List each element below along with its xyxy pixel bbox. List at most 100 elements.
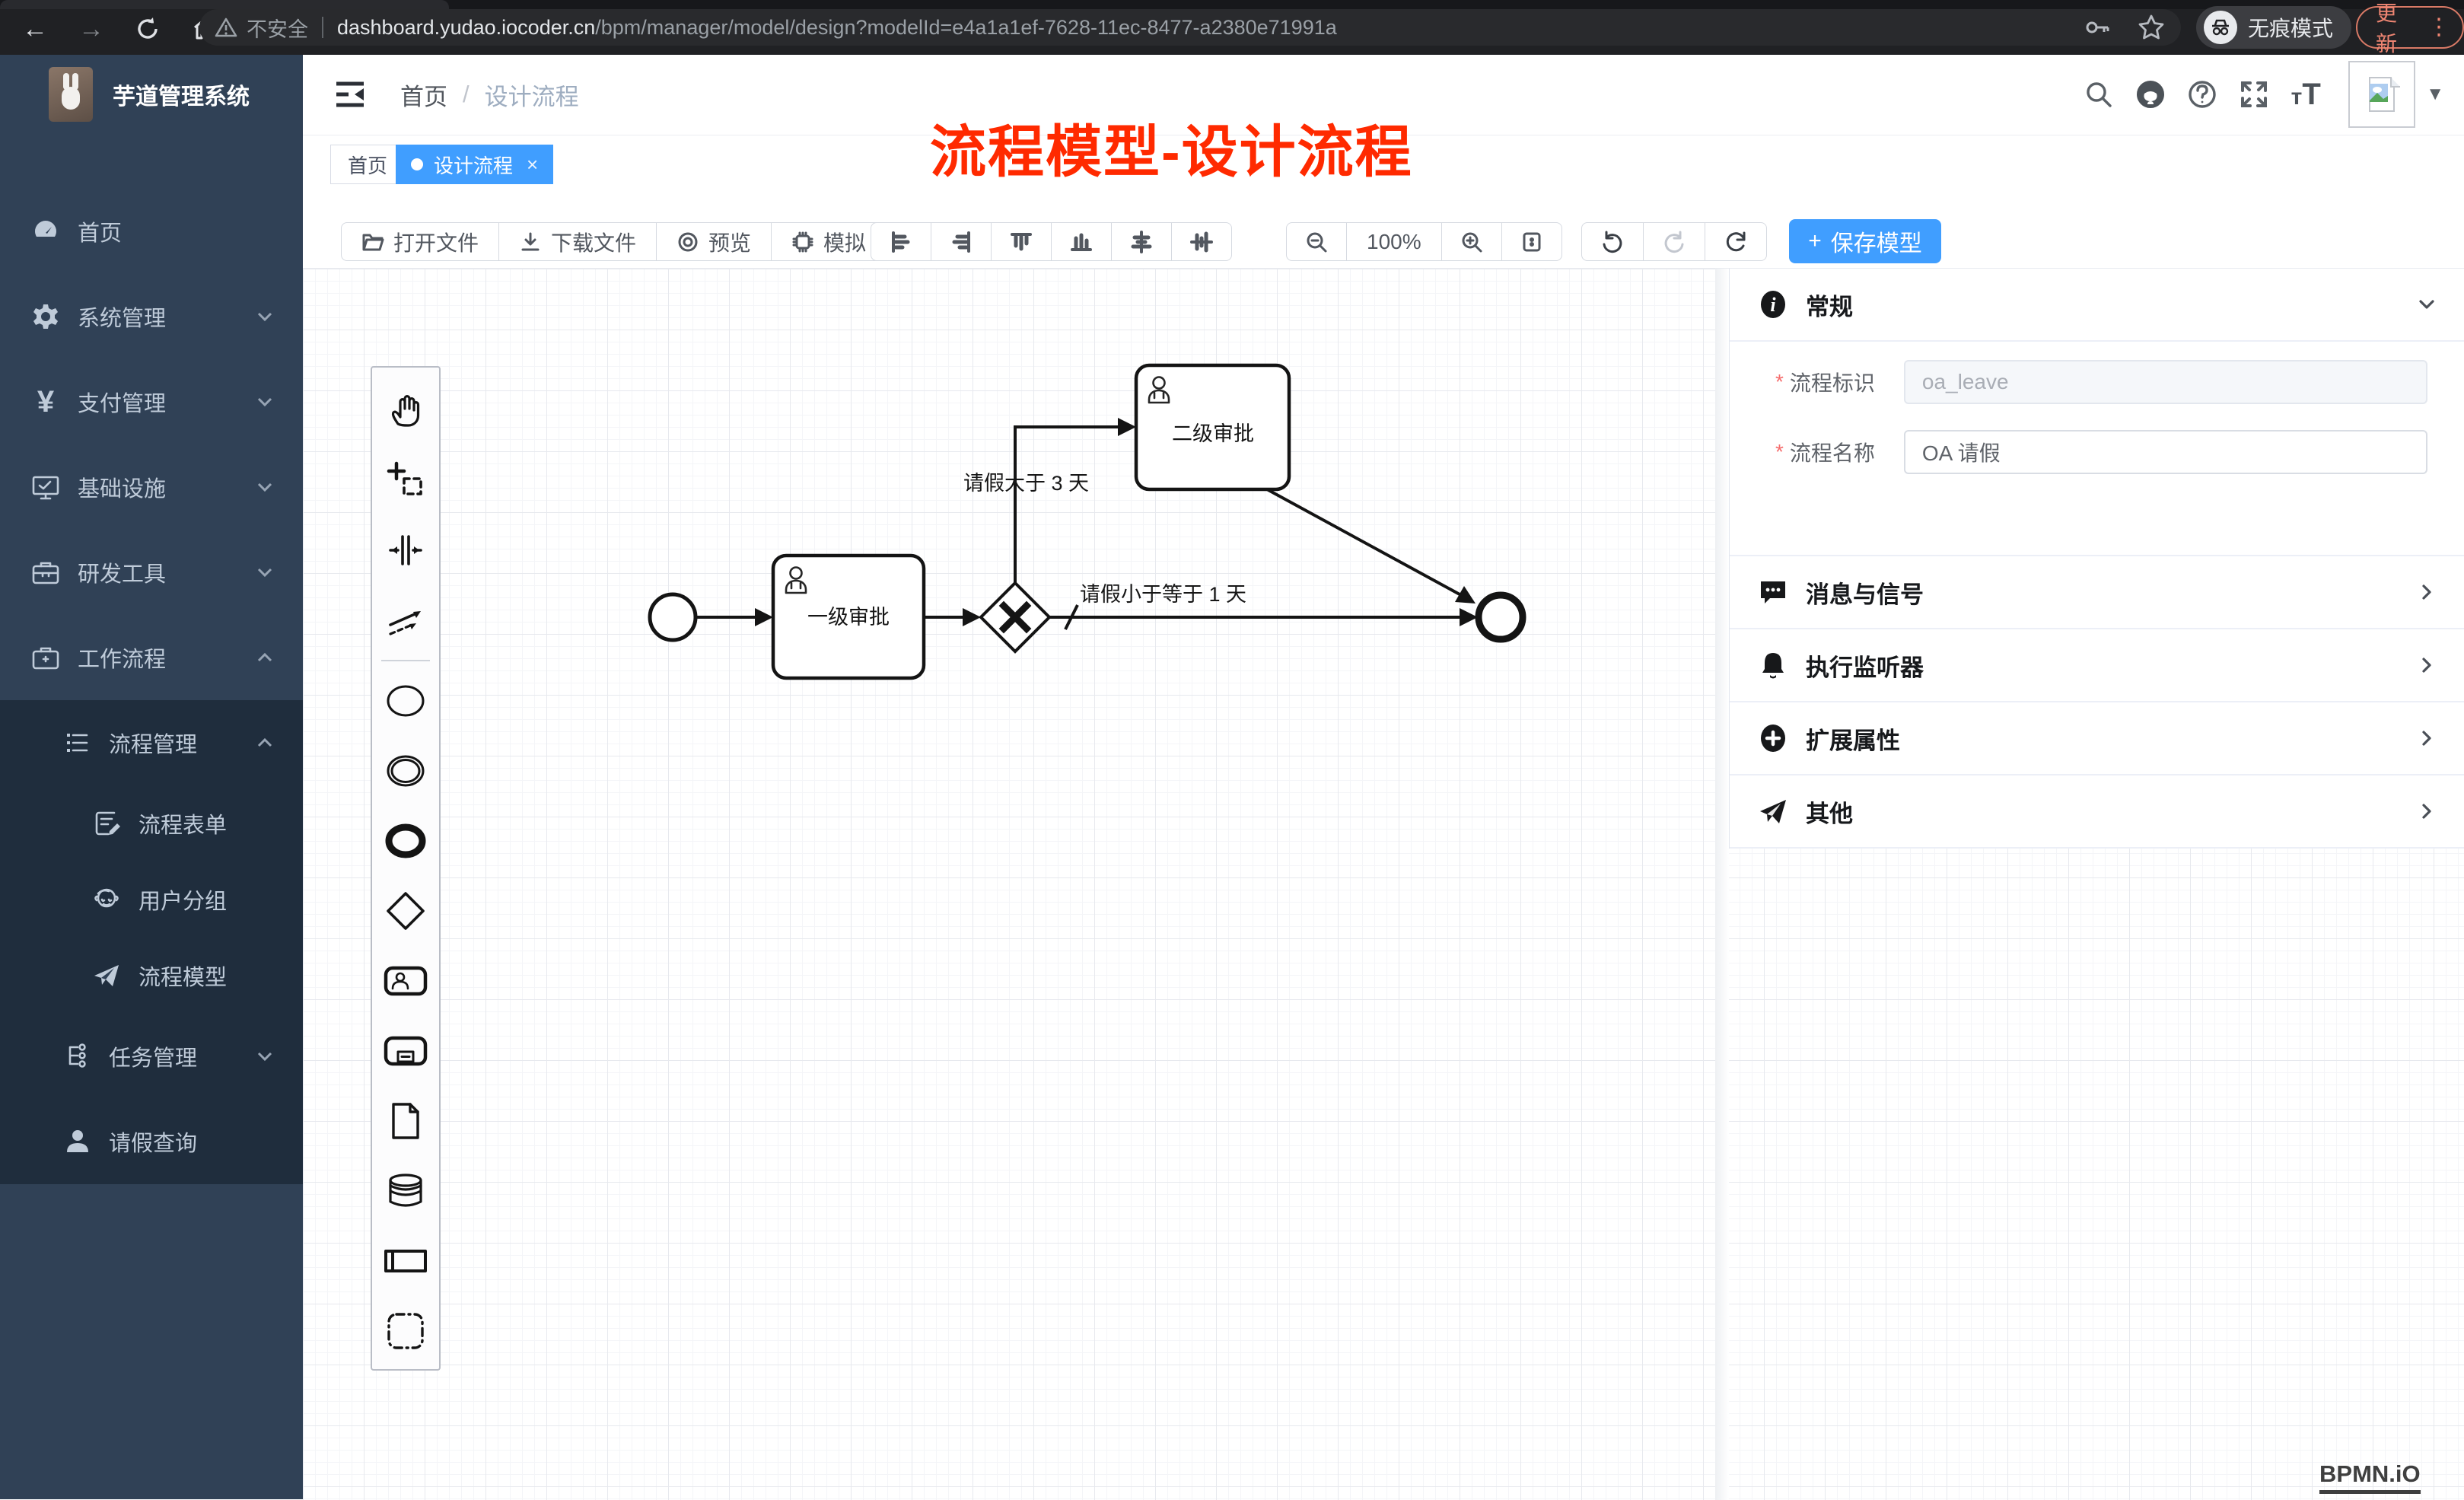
- sequence-flow-task2-to-end[interactable]: [1267, 489, 1476, 604]
- chevron-down-icon: [254, 306, 275, 327]
- chevron-right-icon: [2415, 800, 2438, 823]
- user-task-level2[interactable]: 二级审批: [1136, 365, 1289, 489]
- broken-image-icon: [2361, 73, 2403, 116]
- password-key-icon[interactable]: [2084, 14, 2111, 41]
- zoom-level: 100%: [1347, 222, 1442, 261]
- preview-icon: [676, 231, 699, 253]
- omnibox-divider: [322, 17, 323, 38]
- simulate-button[interactable]: 模拟: [772, 222, 887, 261]
- sidebar-item-task-mgmt[interactable]: 任务管理: [0, 1014, 303, 1099]
- active-tab-dot: [411, 158, 423, 170]
- sidebar-item-devtools[interactable]: 研发工具: [0, 530, 303, 615]
- open-file-button[interactable]: 打开文件: [341, 222, 499, 261]
- sequence-flow-gateway-to-end[interactable]: [1049, 605, 1478, 629]
- sidebar-item-process-mgmt[interactable]: 流程管理: [0, 700, 303, 785]
- chevron-down-icon: [254, 1046, 275, 1067]
- save-model-button[interactable]: + 保存模型: [1789, 219, 1941, 263]
- panel-scrollbar[interactable]: [1715, 269, 1729, 1500]
- process-key-label: 流程标识: [1790, 367, 1904, 397]
- fullscreen-icon[interactable]: [2228, 55, 2280, 134]
- browser-active-tab[interactable]: [0, 0, 449, 9]
- designer-toolbar: 打开文件 下载文件 预览 模拟 100% + 保存模: [303, 192, 2464, 268]
- tab-design-process[interactable]: 设计流程 ×: [396, 145, 553, 184]
- align-center-vertical-icon[interactable]: [1112, 222, 1172, 261]
- url-host: dashboard.yudao.iocoder.cn: [337, 16, 595, 40]
- chevron-down-icon: [254, 391, 275, 412]
- section-general[interactable]: i 常规: [1730, 269, 2464, 340]
- breadcrumb-home[interactable]: 首页: [400, 78, 447, 112]
- reload-icon[interactable]: [131, 12, 164, 46]
- breadcrumb: 首页 / 设计流程: [400, 55, 579, 134]
- download-file-button[interactable]: 下载文件: [499, 222, 657, 261]
- align-bottom-icon[interactable]: [1052, 222, 1112, 261]
- incognito-icon: [2204, 11, 2237, 44]
- section-message-signal[interactable]: 消息与信号: [1730, 556, 2464, 628]
- section-extended-attributes[interactable]: 扩展属性: [1730, 702, 2464, 774]
- sidebar-collapse-icon[interactable]: [330, 75, 370, 114]
- paper-plane-icon: [90, 959, 123, 992]
- chevron-up-icon: [254, 732, 275, 753]
- user-task-level1[interactable]: 一级审批: [773, 556, 924, 678]
- zoom-in-icon[interactable]: [1442, 222, 1502, 261]
- download-icon: [519, 231, 542, 253]
- sequence-flow-task1-to-gateway[interactable]: [924, 608, 981, 626]
- sidebar-item-system[interactable]: 系统管理: [0, 274, 303, 359]
- bpmn-canvas[interactable]: 一级审批 二级审批 请假大于 3 天 请假小于等于 1 天 i 常规 *: [303, 268, 2464, 1500]
- avatar[interactable]: [2348, 61, 2415, 128]
- avatar-dropdown-icon[interactable]: ▼: [2426, 84, 2444, 105]
- align-center-horizontal-icon[interactable]: [1172, 222, 1232, 261]
- align-left-icon[interactable]: [871, 222, 931, 261]
- sequence-flow-start-to-task1[interactable]: [696, 608, 773, 626]
- sidebar-item-process-model[interactable]: 流程模型: [0, 938, 303, 1014]
- align-right-icon[interactable]: [931, 222, 992, 261]
- section-execution-listener[interactable]: 执行监听器: [1730, 629, 2464, 701]
- github-icon[interactable]: [2125, 55, 2176, 134]
- redo-icon[interactable]: [1644, 222, 1705, 261]
- properties-panel: i 常规 * 流程标识 * 流程名称 消息与信号: [1729, 269, 2464, 849]
- process-key-field-row: * 流程标识: [1730, 360, 2464, 404]
- tab-close-icon[interactable]: ×: [527, 153, 538, 177]
- search-icon[interactable]: [2073, 55, 2125, 134]
- help-icon[interactable]: [2176, 55, 2228, 134]
- sidebar-item-user-group[interactable]: 用户分组: [0, 861, 303, 938]
- page-title-annotation: 流程模型-设计流程: [930, 107, 1413, 188]
- sidebar-item-infra[interactable]: 基础设施: [0, 444, 303, 530]
- align-top-icon[interactable]: [992, 222, 1052, 261]
- forward-icon[interactable]: →: [75, 12, 108, 46]
- required-mark: *: [1775, 370, 1784, 394]
- security-label[interactable]: 不安全: [247, 13, 308, 43]
- url-bar[interactable]: 不安全 dashboard.yudao.iocoder.cn/bpm/manag…: [199, 9, 2181, 46]
- panel-divider: [1730, 847, 2464, 849]
- section-other[interactable]: 其他: [1730, 775, 2464, 847]
- sidebar-item-payment[interactable]: ¥ 支付管理: [0, 359, 303, 444]
- url-path: /bpm/manager/model/design?modelId=e4a1a1…: [595, 16, 1336, 40]
- start-event[interactable]: [650, 594, 696, 640]
- sidebar-item-home[interactable]: 首页: [0, 189, 303, 274]
- font-size-icon[interactable]: тT: [2280, 55, 2332, 134]
- zoom-out-icon[interactable]: [1286, 222, 1347, 261]
- process-name-input[interactable]: [1904, 430, 2427, 474]
- plus-circle-icon: [1757, 722, 1789, 754]
- bpmn-io-logo[interactable]: BPMN.iO: [2319, 1460, 2421, 1494]
- fit-viewport-icon[interactable]: [1502, 222, 1562, 261]
- sidebar-item-workflow[interactable]: 工作流程: [0, 615, 303, 700]
- app-logo: 芋道管理系统: [0, 55, 303, 134]
- end-event[interactable]: [1479, 595, 1523, 639]
- dashboard-icon: [29, 215, 62, 248]
- update-label[interactable]: 更新: [2376, 0, 2415, 58]
- sidebar-item-process-form[interactable]: 流程表单: [0, 785, 303, 861]
- exclusive-gateway[interactable]: [981, 583, 1049, 651]
- chevron-down-icon: [254, 476, 275, 498]
- undo-icon[interactable]: [1581, 222, 1644, 261]
- tab-home[interactable]: 首页: [330, 145, 405, 184]
- restart-icon[interactable]: [1705, 222, 1767, 261]
- process-name-label: 流程名称: [1790, 437, 1904, 467]
- browser-update-button[interactable]: 更新 ⋮: [2356, 6, 2464, 49]
- sequence-flow-gateway-to-task2[interactable]: [1015, 418, 1136, 583]
- process-key-input[interactable]: [1904, 360, 2427, 404]
- back-icon[interactable]: ←: [18, 12, 52, 46]
- browser-menu-icon[interactable]: ⋮: [2427, 16, 2450, 39]
- sidebar-item-leave-query[interactable]: 请假查询: [0, 1099, 303, 1184]
- bookmark-star-icon[interactable]: [2137, 13, 2166, 42]
- preview-button[interactable]: 预览: [657, 222, 772, 261]
